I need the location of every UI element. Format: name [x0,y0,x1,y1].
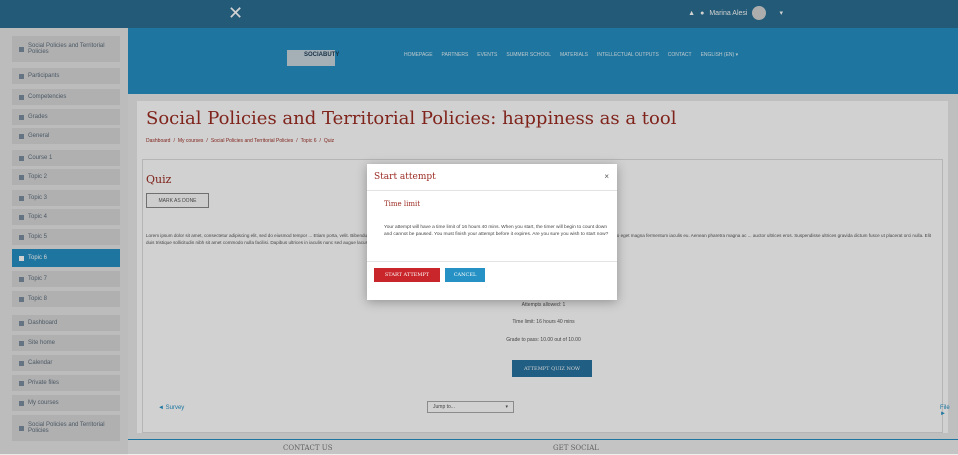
dialog-divider [367,261,617,262]
cancel-button[interactable]: CANCEL [445,268,485,282]
start-attempt-button[interactable]: START ATTEMPT [374,268,440,282]
close-icon[interactable]: × [604,172,609,181]
start-attempt-dialog: Start attempt × Time limit Your attempt … [367,164,617,300]
dialog-divider [367,190,617,191]
dialog-subtitle: Time limit [384,200,421,208]
dialog-message: Your attempt will have a time limit of 1… [384,225,609,237]
dialog-title: Start attempt [374,172,436,182]
